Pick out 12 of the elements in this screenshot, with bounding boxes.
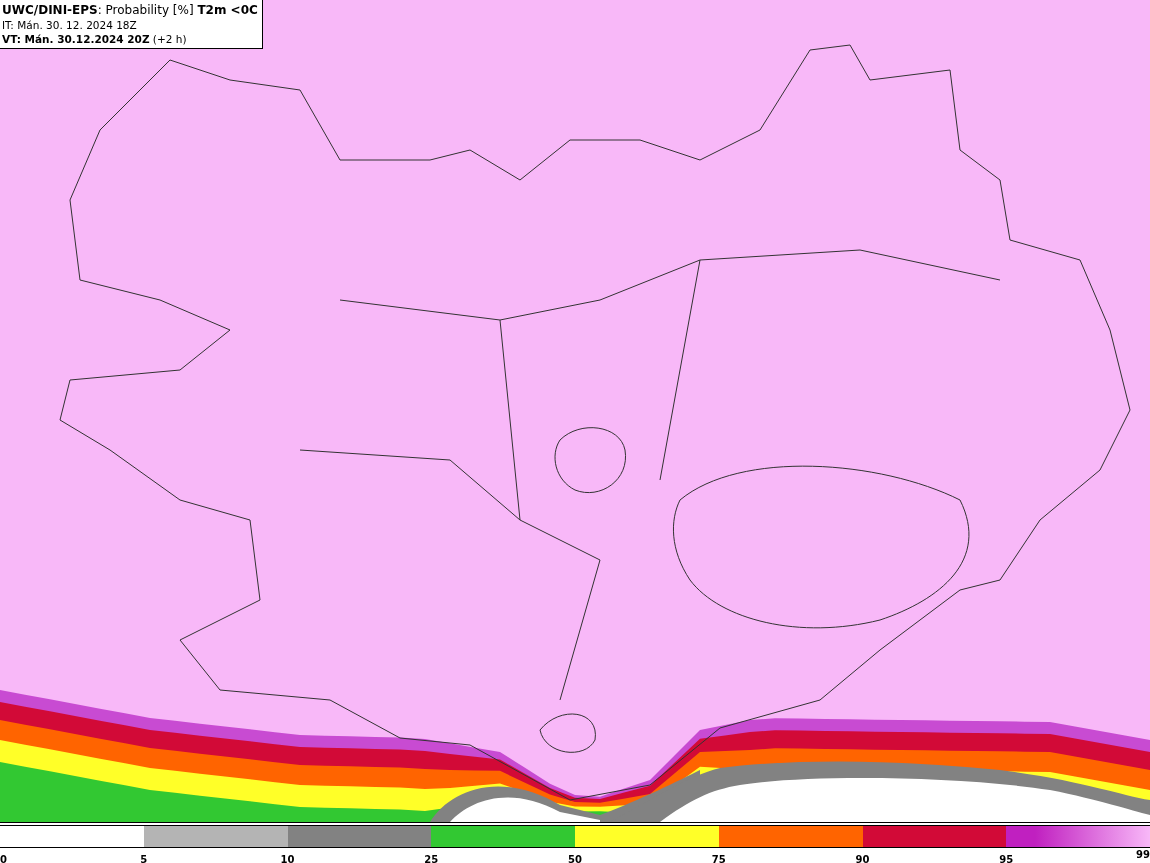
legend-tick-label: 50 [568, 853, 582, 863]
legend-tick-label: 25 [424, 853, 439, 863]
legend-tick-label: 0 [0, 853, 7, 863]
legend-tick-label: 95 [999, 853, 1014, 863]
map-title: UWC/DINI-EPS: Probability [%] T2m <0C [2, 2, 258, 18]
valid-time: VT: Mán. 30.12.2024 20Z (+2 h) [2, 32, 188, 46]
legend-tick-label: 99 [1136, 848, 1150, 861]
initial-time: IT: Mán. 30. 12. 2024 18Z [2, 18, 138, 32]
legend-tick-label: 5 [140, 853, 148, 863]
legend-tick-label: 90 [855, 853, 870, 863]
legend-tick-label: 10 [280, 853, 295, 863]
legend-tick-label: 75 [711, 853, 726, 863]
